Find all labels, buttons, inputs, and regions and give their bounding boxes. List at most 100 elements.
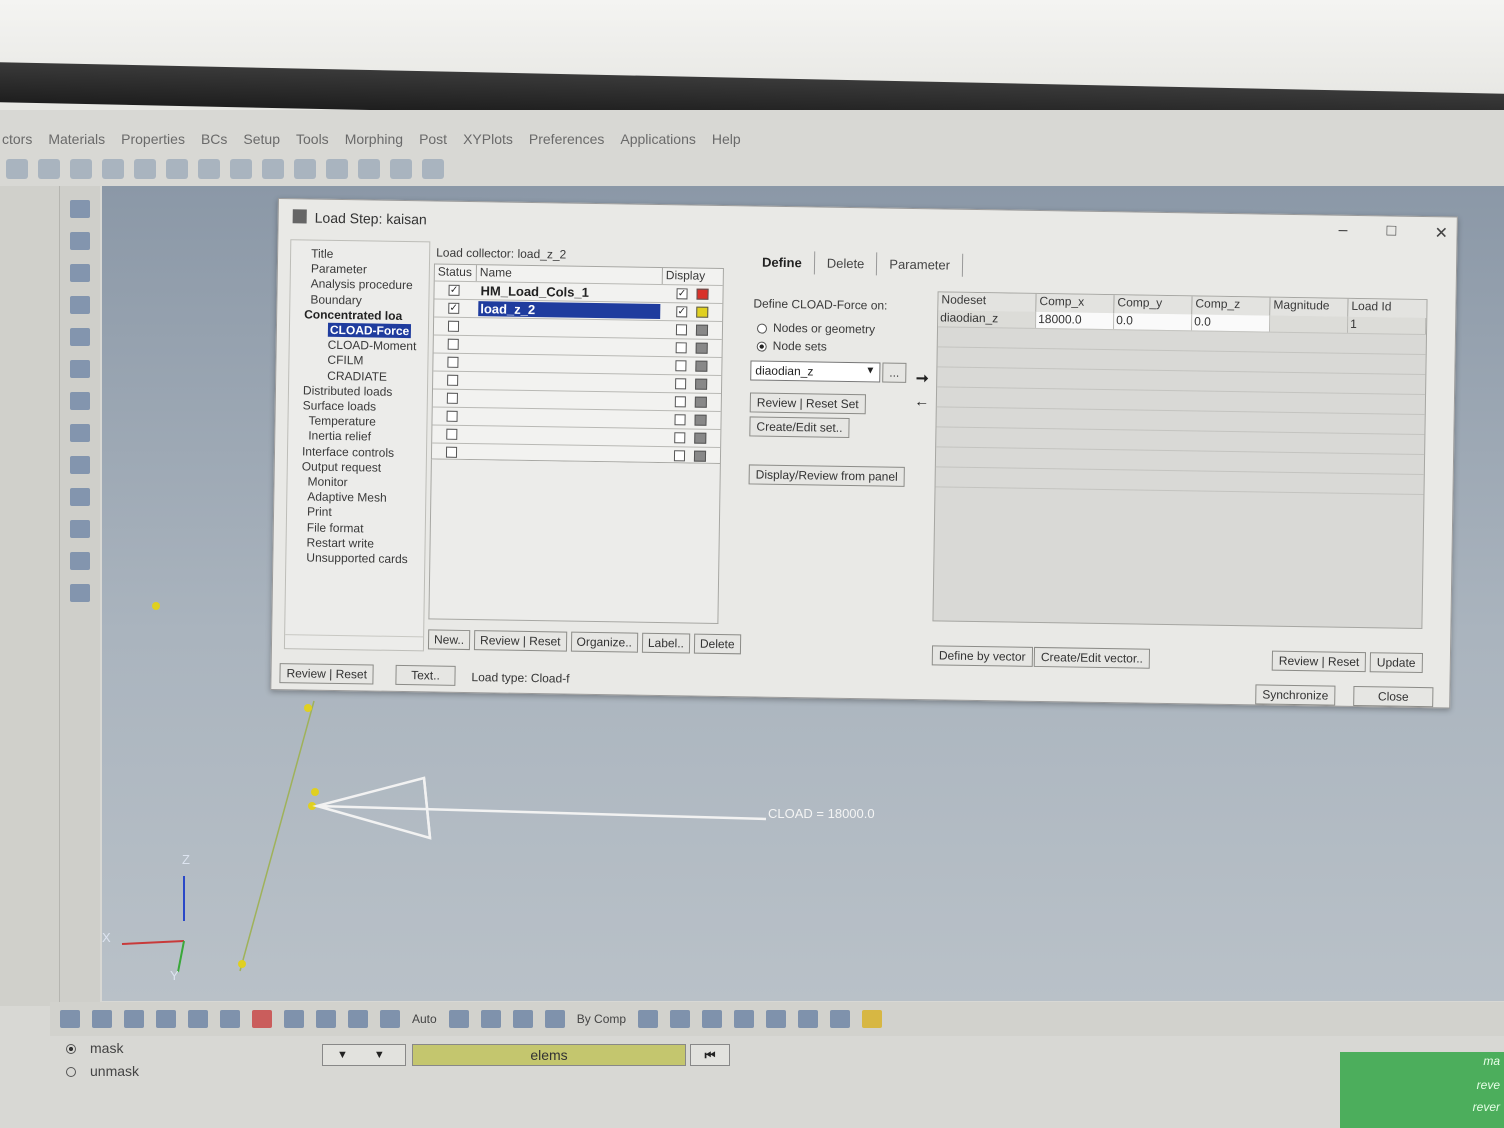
select-icon[interactable] <box>220 1010 240 1028</box>
layer-icon[interactable] <box>766 1010 787 1028</box>
color-swatch[interactable] <box>696 306 709 318</box>
cell-magnitude[interactable] <box>1270 315 1349 333</box>
tab-define[interactable]: Define <box>749 250 815 275</box>
elems-selector[interactable]: elems <box>412 1044 686 1066</box>
stamp-icon[interactable] <box>316 1010 336 1028</box>
menu-item-3[interactable]: BCs <box>201 131 227 147</box>
tab-delete[interactable]: Delete <box>814 251 878 276</box>
menu-item-7[interactable]: Post <box>419 131 447 147</box>
auto-label[interactable]: Auto <box>412 1012 437 1026</box>
palette-icon-7[interactable] <box>70 392 90 410</box>
palette-icon-1[interactable] <box>70 200 90 218</box>
status-checkbox[interactable] <box>446 410 458 422</box>
minimize-icon[interactable]: – <box>1338 222 1347 240</box>
cell-comp-x[interactable]: 18000.0 <box>1036 311 1115 330</box>
tab-parameter[interactable]: Parameter <box>877 252 964 277</box>
close-button[interactable]: Close <box>1353 685 1434 708</box>
display-checkbox[interactable] <box>675 324 688 336</box>
wireframe-cube-icon[interactable] <box>638 1010 659 1028</box>
radio-node-sets[interactable]: Node sets <box>756 339 827 354</box>
palette-icon-2[interactable] <box>70 232 90 250</box>
display-review-button[interactable]: Display/Review from panel <box>748 464 905 487</box>
color-swatch[interactable] <box>693 450 707 462</box>
menu-item-2[interactable]: Properties <box>121 131 185 147</box>
undo-icon[interactable] <box>422 159 444 179</box>
tree-item-19[interactable]: Restart write <box>306 535 374 550</box>
center-icon[interactable] <box>262 159 284 179</box>
horizontal-arrows-icon[interactable] <box>326 159 348 179</box>
close-icon[interactable]: ✕ <box>1434 223 1448 243</box>
status-checkbox[interactable] <box>447 356 459 368</box>
tree-item-7[interactable]: CFILM <box>327 353 363 368</box>
status-checkbox[interactable] <box>447 374 459 386</box>
tree-item-5[interactable]: CLOAD-Force <box>327 322 412 339</box>
spin-icon[interactable] <box>390 159 412 179</box>
tree-item-6[interactable]: CLOAD-Moment <box>328 338 417 353</box>
palette-icon-12[interactable] <box>70 552 90 570</box>
cell-comp-y[interactable]: 0.0 <box>1114 313 1193 331</box>
add-arrow-icon[interactable]: ➞ <box>912 369 932 387</box>
palette-icon-6[interactable] <box>70 360 90 378</box>
tree-item-20[interactable]: Unsupported cards <box>306 550 408 566</box>
color-swatch[interactable] <box>695 360 708 372</box>
radio-nodes-geometry[interactable]: Nodes or geometry <box>756 321 875 336</box>
create-edit-vector-button[interactable]: Create/Edit vector.. <box>1033 646 1151 669</box>
menu-item-4[interactable]: Setup <box>243 131 280 147</box>
line-icon[interactable] <box>702 1010 723 1028</box>
reset-selection-icon[interactable]: ⏮ <box>690 1044 730 1066</box>
status-checkbox[interactable]: ✓ <box>448 284 460 296</box>
menu-item-1[interactable]: Materials <box>48 131 105 147</box>
review-reset-set-button[interactable]: Review | Reset Set <box>749 392 866 415</box>
abc-label-icon[interactable] <box>70 488 90 506</box>
organize-button[interactable]: Organize.. <box>570 631 639 653</box>
load-arrow-icon[interactable] <box>188 1010 208 1028</box>
palette-icon-13[interactable] <box>70 584 90 602</box>
coord-icon[interactable] <box>134 159 156 179</box>
palette-icon-4[interactable] <box>70 296 90 314</box>
display-checkbox[interactable] <box>675 360 687 372</box>
tree-item-14[interactable]: Output request <box>302 459 382 474</box>
remove-arrow-icon[interactable]: ← <box>912 393 932 411</box>
menu-item-9[interactable]: Preferences <box>529 131 604 147</box>
tree-item-11[interactable]: Temperature <box>308 414 376 429</box>
ellipsis-button[interactable]: ... <box>882 362 907 383</box>
palette-icon-5[interactable] <box>70 328 90 346</box>
tree-item-3[interactable]: Boundary <box>310 292 362 307</box>
tree-item-9[interactable]: Distributed loads <box>303 383 393 398</box>
display-checkbox[interactable] <box>674 414 686 426</box>
new-button[interactable]: New.. <box>427 629 471 651</box>
vertical-arrows-icon[interactable] <box>358 159 380 179</box>
cube-icon[interactable] <box>512 1010 533 1028</box>
color-swatch[interactable] <box>695 378 708 390</box>
review-reset-button[interactable]: Review | Reset <box>473 630 567 652</box>
cell-load-id[interactable]: 1 <box>1348 316 1427 335</box>
color-swatch[interactable] <box>695 342 708 354</box>
tree-item-4[interactable]: Concentrated loa <box>304 307 402 323</box>
tree-item-0[interactable]: Title <box>311 247 333 261</box>
maximize-icon[interactable]: □ <box>1386 222 1396 240</box>
synchronize-button[interactable]: Synchronize <box>1255 684 1336 706</box>
update-button[interactable]: Update <box>1369 652 1423 674</box>
tree-item-13[interactable]: Interface controls <box>302 444 394 459</box>
layers-icon[interactable] <box>156 1010 176 1028</box>
axis-icon[interactable] <box>102 159 124 179</box>
status-checkbox[interactable] <box>447 338 459 350</box>
unmask-option[interactable]: unmask <box>66 1063 139 1079</box>
color-swatch[interactable] <box>695 324 709 336</box>
status-checkbox[interactable] <box>445 446 458 458</box>
solid-cube-icon[interactable] <box>670 1010 691 1028</box>
view-icon[interactable] <box>70 159 92 179</box>
tree-item-17[interactable]: Print <box>307 505 332 519</box>
delete-button[interactable]: Delete <box>693 633 741 655</box>
tree-item-16[interactable]: Adaptive Mesh <box>307 490 387 505</box>
tree-item-8[interactable]: CRADIATE <box>327 368 387 383</box>
create-edit-set-button[interactable]: Create/Edit set.. <box>749 416 850 439</box>
tree-horizontal-scrollbar[interactable] <box>284 634 424 651</box>
status-checkbox[interactable] <box>446 392 458 404</box>
color-swatch[interactable] <box>694 396 707 408</box>
shading-icon[interactable] <box>480 1010 501 1028</box>
number-icon[interactable] <box>70 424 90 442</box>
box-icon[interactable] <box>92 1010 112 1028</box>
zoom-fit-icon[interactable] <box>230 159 252 179</box>
bycomp-icon[interactable] <box>544 1010 565 1028</box>
